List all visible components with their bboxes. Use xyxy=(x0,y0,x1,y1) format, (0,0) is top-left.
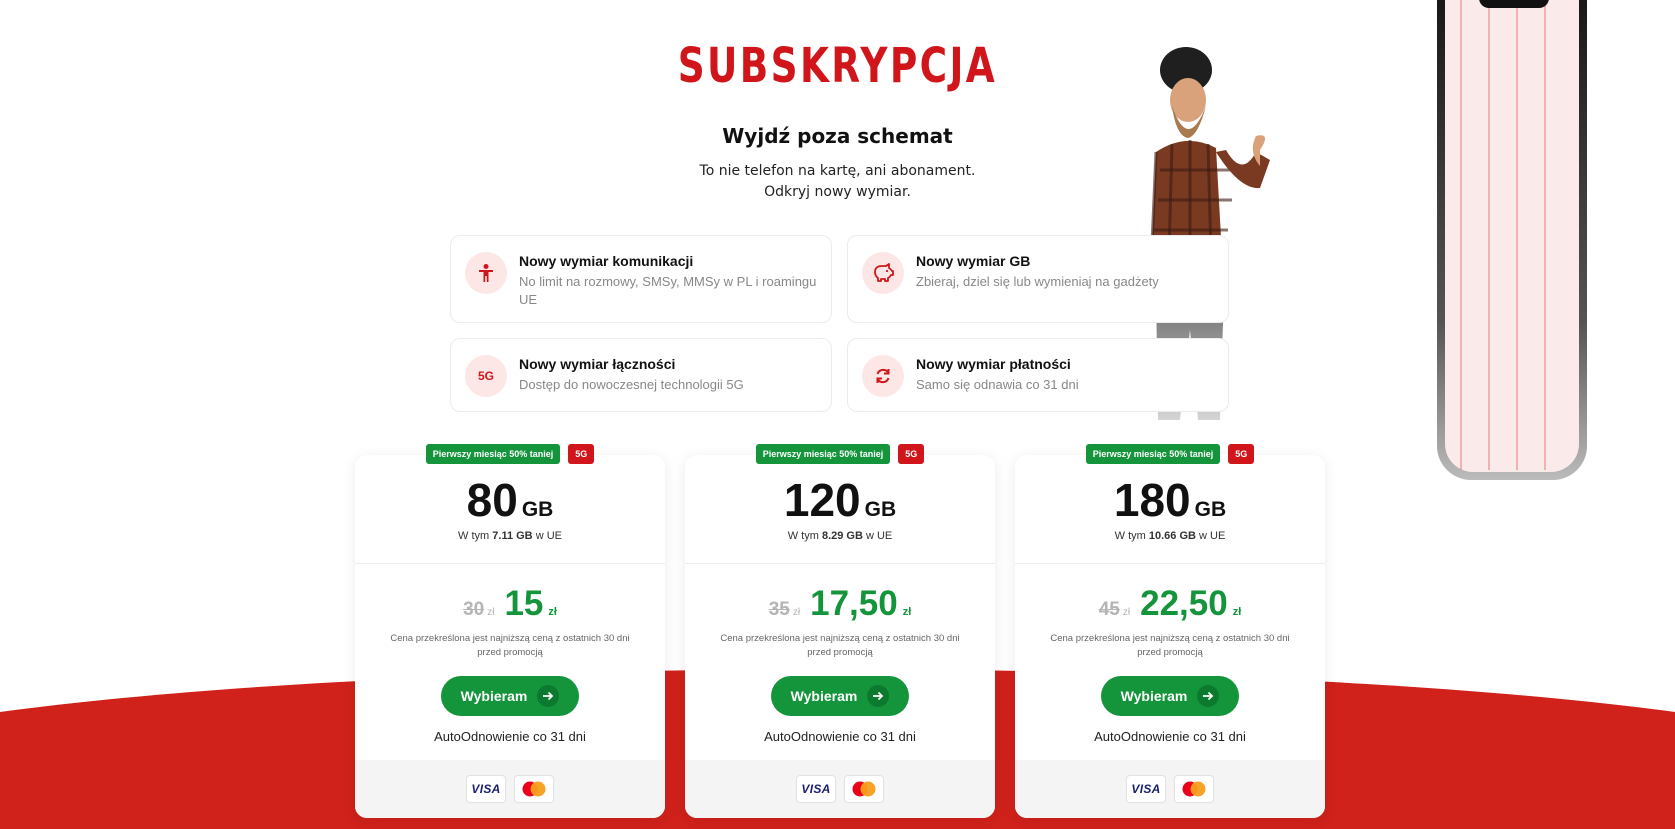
5g-icon: 5G xyxy=(465,355,507,397)
auto-renewal-info: AutoOdnowienie co 31 dni xyxy=(1094,729,1246,744)
plan-gb-unit: GB xyxy=(1194,498,1227,521)
eu-data-info: W tym 7.11 GB w UE xyxy=(355,530,665,542)
old-price-currency: zł xyxy=(792,607,801,618)
payment-methods: VISA xyxy=(1015,760,1325,818)
promo-badge: Pierwszy miesiąc 50% taniej xyxy=(1085,444,1221,464)
auto-renewal-info: AutoOdnowienie co 31 dni xyxy=(434,729,586,744)
feature-description: No limit na rozmowy, SMSy, MMSy w PL i r… xyxy=(519,274,817,307)
lead-line-2: Odkryj nowy wymiar. xyxy=(764,184,911,200)
plan-card-80gb: Pierwszy miesiąc 50% taniej 5G 80 GB W t… xyxy=(355,444,665,818)
new-price-currency: zł xyxy=(548,606,557,618)
brand-title: SUBSKRYPCJA xyxy=(677,38,998,94)
eu-suffix: w UE xyxy=(1199,530,1226,542)
payment-methods: VISA xyxy=(685,760,995,818)
refresh-icon xyxy=(862,355,904,397)
old-price: 30 xyxy=(463,599,485,620)
feature-title: Nowy wymiar płatności xyxy=(916,356,1071,372)
feature-card-gb: Nowy wymiar GB Zbieraj, dziel się lub wy… xyxy=(847,235,1229,323)
arrow-right-icon xyxy=(537,685,560,707)
5g-badge: 5G xyxy=(568,444,595,464)
old-price: 35 xyxy=(768,599,790,620)
eu-data-info: W tym 8.29 GB w UE xyxy=(685,530,995,542)
visa-logo-text: VISA xyxy=(801,782,831,796)
lead-text: To nie telefon na kartę, ani abonament. … xyxy=(0,161,1675,203)
eu-gb: 10.66 GB xyxy=(1148,530,1196,542)
plan-gb-unit: GB xyxy=(864,498,897,521)
mastercard-logo xyxy=(1174,775,1214,803)
price-note: Cena przekreślona jest najniższą ceną z … xyxy=(390,633,630,658)
page-subtitle: Wyjdź poza schemat xyxy=(722,124,953,148)
plan-gb-value: 80 xyxy=(466,474,518,526)
visa-logo: VISA xyxy=(796,775,836,803)
promo-badge: Pierwszy miesiąc 50% taniej xyxy=(425,444,561,464)
promo-badge: Pierwszy miesiąc 50% taniej xyxy=(755,444,891,464)
new-price-currency: zł xyxy=(1232,606,1242,618)
plan-card-180gb: Pierwszy miesiąc 50% taniej 5G 180 GB W … xyxy=(1015,444,1325,818)
feature-card-communication: Nowy wymiar komunikacji No limit na rozm… xyxy=(450,235,832,323)
new-price: 22,50 xyxy=(1140,584,1228,623)
mastercard-logo xyxy=(844,775,884,803)
feature-card-payment: Nowy wymiar płatności Samo się odnawia c… xyxy=(847,338,1229,412)
feature-title: Nowy wymiar komunikacji xyxy=(519,253,694,269)
choose-plan-button[interactable]: Wybieram xyxy=(441,676,579,716)
visa-logo: VISA xyxy=(466,775,506,803)
choose-plan-button[interactable]: Wybieram xyxy=(1101,676,1239,716)
old-price-currency: zł xyxy=(487,607,495,618)
eu-gb: 7.11 GB xyxy=(492,530,533,542)
piggy-bank-icon xyxy=(862,252,904,294)
arrow-right-icon xyxy=(867,685,890,707)
plan-gb-value: 120 xyxy=(783,474,861,526)
payment-methods: VISA xyxy=(355,760,665,818)
old-price: 45 xyxy=(1098,599,1120,620)
mastercard-logo xyxy=(514,775,554,803)
eu-gb: 8.29 GB xyxy=(821,530,863,542)
feature-description: Zbieraj, dziel się lub wymieniaj na gadż… xyxy=(916,274,1159,289)
arrow-right-icon xyxy=(1197,685,1220,707)
5g-badge: 5G xyxy=(1228,444,1255,464)
feature-title: Nowy wymiar łączności xyxy=(519,356,676,372)
visa-logo: VISA xyxy=(1126,775,1166,803)
feature-title: Nowy wymiar GB xyxy=(916,253,1031,269)
feature-card-connectivity: 5G Nowy wymiar łączności Dostęp do nowoc… xyxy=(450,338,832,412)
new-price: 15 xyxy=(504,584,544,623)
person-icon xyxy=(465,252,507,294)
new-price: 17,50 xyxy=(810,584,898,623)
new-price-currency: zł xyxy=(902,606,912,618)
choose-plan-button[interactable]: Wybieram xyxy=(771,676,909,716)
choose-plan-label: Wybieram xyxy=(790,688,858,704)
eu-suffix: w UE xyxy=(535,530,562,542)
plan-card-120gb: Pierwszy miesiąc 50% taniej 5G 120 GB W … xyxy=(685,444,995,818)
eu-prefix: W tym xyxy=(787,530,819,542)
plan-gb-value: 180 xyxy=(1113,474,1191,526)
visa-logo-text: VISA xyxy=(471,782,501,796)
plan-gb-unit: GB xyxy=(521,498,554,521)
old-price-currency: zł xyxy=(1122,607,1131,618)
eu-suffix: w UE xyxy=(865,530,893,542)
5g-badge: 5G xyxy=(898,444,925,464)
visa-logo-text: VISA xyxy=(1131,782,1161,796)
choose-plan-label: Wybieram xyxy=(460,688,528,704)
eu-data-info: W tym 10.66 GB w UE xyxy=(1015,530,1325,542)
lead-line-1: To nie telefon na kartę, ani abonament. xyxy=(699,163,976,179)
auto-renewal-info: AutoOdnowienie co 31 dni xyxy=(764,729,916,744)
5g-icon-label: 5G xyxy=(477,369,494,383)
eu-prefix: W tym xyxy=(1114,530,1146,542)
choose-plan-label: Wybieram xyxy=(1120,688,1188,704)
price-note: Cena przekreślona jest najniższą ceną z … xyxy=(1050,633,1290,658)
feature-description: Dostęp do nowoczesnej technologii 5G xyxy=(519,377,744,392)
feature-description: Samo się odnawia co 31 dni xyxy=(916,377,1079,392)
price-note: Cena przekreślona jest najniższą ceną z … xyxy=(720,633,960,658)
eu-prefix: W tym xyxy=(458,530,490,542)
